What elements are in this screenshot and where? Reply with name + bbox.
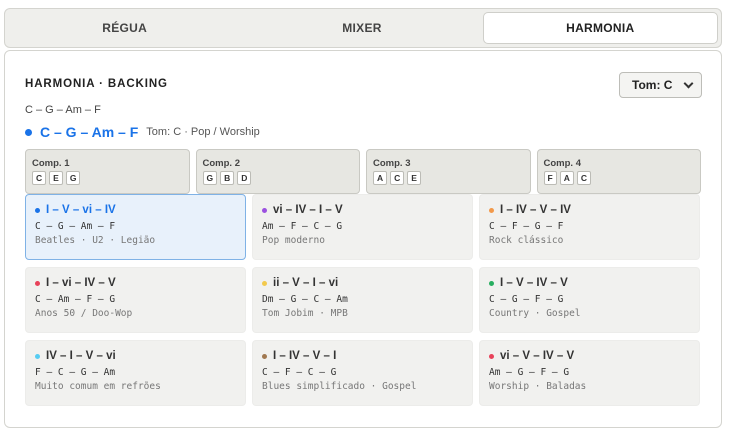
progression-card[interactable]: I – V – IV – V C – G – F – G Country · G…	[479, 267, 700, 333]
compassos-row: Comp. 1 C E G Comp. 2 G B D Comp. 3 A C …	[25, 149, 701, 194]
current-progression-meta: Tom: C · Pop / Worship	[146, 126, 260, 138]
compasso-label: Comp. 3	[373, 158, 411, 169]
color-dot-icon	[489, 207, 494, 213]
note-chip: A	[373, 171, 388, 185]
progression-title: IV – I – V – vi	[46, 350, 116, 362]
current-dot-icon	[25, 128, 32, 136]
progression-desc: Country · Gospel	[489, 308, 581, 319]
progression-chords: C – F – C – G	[262, 367, 337, 378]
color-dot-icon	[489, 280, 494, 286]
note-chip: G	[65, 171, 81, 185]
progression-chords: C – F – G – F	[489, 221, 564, 232]
tom-select-value: Tom: C	[632, 78, 673, 92]
color-dot-icon	[35, 353, 40, 359]
note-chip: E	[407, 171, 421, 185]
progression-card[interactable]: I – IV – V – IV C – F – G – F Rock cláss…	[479, 194, 700, 260]
tab-harmonia[interactable]: HARMONIA	[482, 12, 718, 44]
progression-title: I – V – vi – IV	[46, 204, 116, 216]
progression-card[interactable]: vi – V – IV – V Am – G – F – G Worship ·…	[479, 340, 700, 406]
compasso-4[interactable]: Comp. 4 F A C	[536, 149, 701, 194]
current-progression-chords: C – G – Am – F	[40, 124, 139, 140]
progression-chords: F – C – G – Am	[35, 367, 116, 378]
tab-bar: RÉGUA MIXER HARMONIA	[4, 8, 722, 48]
progression-desc: Muito comum em refrões	[35, 381, 161, 392]
progression-desc: Blues simplificado · Gospel	[262, 381, 417, 392]
progression-title: I – vi – IV – V	[46, 277, 116, 289]
tom-select[interactable]: Tom: C	[619, 72, 702, 98]
progression-desc: Beatles · U2 · Legião	[35, 235, 156, 246]
color-dot-icon	[489, 353, 494, 359]
progression-title: I – V – IV – V	[500, 277, 568, 289]
note-chip: A	[559, 171, 574, 185]
progression-chords: Dm – G – C – Am	[262, 294, 348, 305]
tab-mixer[interactable]: MIXER	[245, 12, 478, 44]
progression-chords: C – G – Am – F	[35, 221, 116, 232]
progression-card[interactable]: I – vi – IV – V C – Am – F – G Anos 50 /…	[25, 267, 246, 333]
note-chip: B	[220, 171, 235, 185]
progression-title: I – IV – V – IV	[500, 204, 571, 216]
progression-desc: Tom Jobim · MPB	[262, 308, 348, 319]
compasso-label: Comp. 1	[32, 158, 70, 169]
note-chip: C	[576, 171, 591, 185]
progression-card[interactable]: vi – IV – I – V Am – F – C – G Pop moder…	[252, 194, 473, 260]
chevron-down-icon	[683, 78, 694, 89]
progression-chords: Am – G – F – G	[489, 367, 570, 378]
panel-title: HARMONIA · BACKING	[25, 78, 168, 90]
progression-title: I – IV – V – I	[273, 350, 337, 362]
note-chip: C	[390, 171, 405, 185]
note-chip: F	[543, 171, 557, 185]
progression-title: ii – V – I – vi	[273, 277, 339, 289]
progression-title: vi – IV – I – V	[273, 204, 343, 216]
progression-desc: Rock clássico	[489, 235, 564, 246]
compasso-2[interactable]: Comp. 2 G B D	[195, 149, 360, 194]
tab-regua[interactable]: RÉGUA	[8, 12, 241, 44]
progression-card[interactable]: ii – V – I – vi Dm – G – C – Am Tom Jobi…	[252, 267, 473, 333]
progression-chords: C – Am – F – G	[35, 294, 116, 305]
current-progression: C – G – Am – F Tom: C · Pop / Worship	[25, 124, 260, 140]
progression-card[interactable]: I – V – vi – IV C – G – Am – F Beatles ·…	[25, 194, 246, 260]
note-chip: D	[237, 171, 252, 185]
progression-card[interactable]: IV – I – V – vi F – C – G – Am Muito com…	[25, 340, 246, 406]
progression-card[interactable]: I – IV – V – I C – F – C – G Blues simpl…	[252, 340, 473, 406]
progression-chords: C – G – F – G	[489, 294, 564, 305]
progression-title: vi – V – IV – V	[500, 350, 575, 362]
color-dot-icon	[262, 207, 267, 213]
progression-desc: Pop moderno	[262, 235, 325, 246]
note-chip: E	[49, 171, 63, 185]
color-dot-icon	[35, 207, 40, 213]
progression-desc: Anos 50 / Doo-Wop	[35, 308, 133, 319]
color-dot-icon	[35, 280, 40, 286]
compasso-label: Comp. 2	[202, 158, 240, 169]
progression-desc: Worship · Baladas	[489, 381, 587, 392]
color-dot-icon	[262, 353, 267, 359]
progression-summary: C – G – Am – F	[25, 104, 101, 116]
harmonia-panel: HARMONIA · BACKING Tom: C C – G – Am – F…	[4, 50, 722, 428]
progression-chords: Am – F – C – G	[262, 221, 343, 232]
compasso-3[interactable]: Comp. 3 A C E	[366, 149, 531, 194]
color-dot-icon	[262, 280, 267, 286]
note-chip: C	[32, 171, 47, 185]
compasso-label: Comp. 4	[543, 158, 581, 169]
note-chip: G	[202, 171, 218, 185]
compasso-1[interactable]: Comp. 1 C E G	[25, 149, 190, 194]
progression-grid: I – V – vi – IV C – G – Am – F Beatles ·…	[25, 194, 701, 406]
